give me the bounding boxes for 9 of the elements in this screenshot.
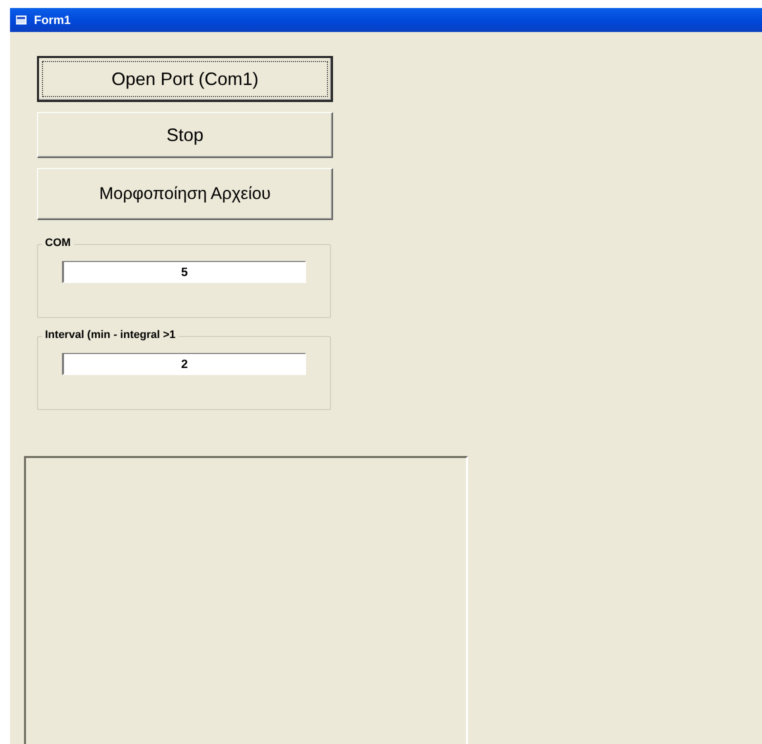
text-field[interactable]: 5: [62, 261, 306, 283]
frame-label: COM: [42, 237, 74, 249]
window-title: Form1: [34, 13, 71, 27]
window-icon: [16, 15, 28, 25]
text-field[interactable]: 2: [62, 353, 306, 375]
command-button[interactable]: Open Port (Com1): [37, 56, 333, 102]
frame-label: Interval (min - integral >1: [42, 329, 179, 341]
command-button[interactable]: Μορφοποίηση Αρχείου: [37, 168, 333, 220]
command-button[interactable]: Stop: [37, 112, 333, 158]
